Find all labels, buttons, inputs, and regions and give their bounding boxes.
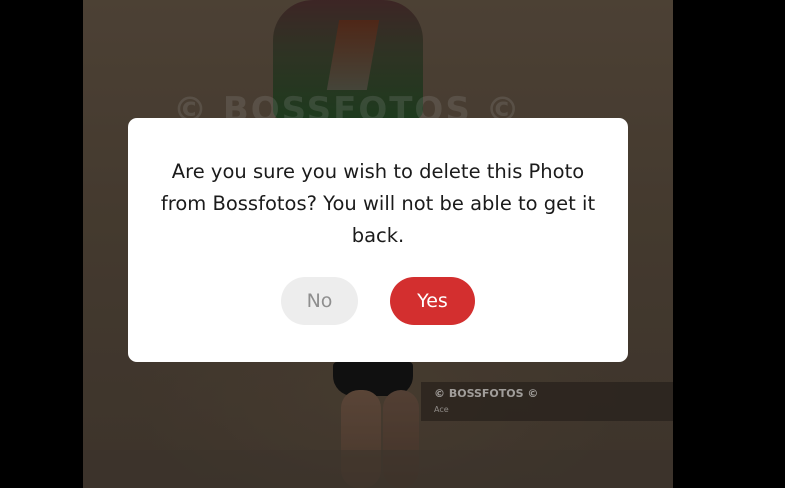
dialog-message: Are you sure you wish to delete this Pho… (160, 160, 596, 247)
caption-title: © BOSSFOTOS © (434, 387, 539, 400)
yes-button[interactable]: Yes (390, 277, 475, 325)
no-button[interactable]: No (281, 277, 358, 325)
caption-subtitle: Ace (434, 405, 449, 414)
confirm-delete-dialog: Are you sure you wish to delete this Pho… (128, 118, 628, 362)
bottom-strip (83, 450, 673, 488)
photo-caption: © BOSSFOTOS © Ace (421, 382, 673, 421)
